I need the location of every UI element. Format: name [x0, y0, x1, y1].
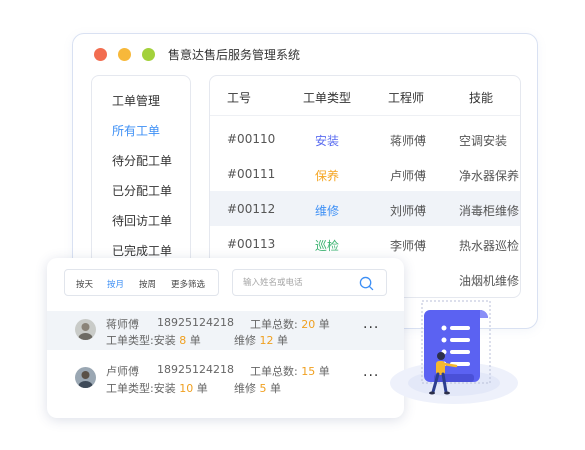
sidebar-item-pending-revisit[interactable]: 待回访工单 [112, 212, 172, 229]
order-type-summary: 工单类型:安装 10 单 [106, 382, 208, 395]
engineer-name: 蒋师傅 [106, 318, 139, 331]
cell-skill: 空调安装 [459, 134, 508, 148]
cell-skill: 消毒柜维修 [459, 204, 520, 218]
search-icon[interactable] [359, 276, 374, 291]
cell-id: #00111 [227, 167, 276, 181]
order-type-summary: 工单类型:安装 8 单 [106, 334, 201, 347]
cell-engineer: 刘师傅 [390, 204, 427, 218]
cell-type: 维修 [315, 204, 340, 218]
order-total: 20 [301, 318, 316, 331]
cell-engineer: 李师傅 [390, 239, 427, 253]
more-options-icon[interactable]: ··· [363, 320, 379, 336]
sidebar-item-workorder-management[interactable]: 工单管理 [112, 92, 160, 109]
cell-engineer: 蒋师傅 [390, 134, 427, 148]
avatar [75, 319, 96, 340]
sidebar-item-pending-assign[interactable]: 待分配工单 [112, 152, 172, 169]
repair-count: 5 [259, 382, 267, 395]
filter-by-month-button[interactable]: 按月 [107, 278, 124, 290]
cell-skill: 净水器保养 [459, 169, 520, 183]
cell-id: #00113 [227, 237, 276, 251]
sidebar-item-all-orders[interactable]: 所有工单 [112, 122, 160, 139]
more-options-icon[interactable]: ··· [363, 368, 379, 384]
avatar [75, 367, 96, 388]
filter-bar: 按天 按月 按周 更多筛选 [64, 269, 219, 296]
search-input[interactable] [243, 276, 353, 290]
cell-type: 保养 [315, 169, 340, 183]
table-row[interactable]: #00110 安装 蒋师傅 空调安装 [210, 121, 520, 156]
order-total-label: 工单总数: 15 单 [250, 365, 330, 378]
filter-by-day-button[interactable]: 按天 [76, 278, 93, 290]
col-header-skill: 技能 [469, 91, 494, 105]
list-item[interactable]: 蒋师傅 18925124218 工单总数: 20 单 工单类型:安装 8 单 维… [47, 311, 404, 350]
order-total: 15 [301, 365, 316, 378]
engineer-phone: 18925124218 [157, 363, 234, 376]
filter-by-week-button[interactable]: 按周 [139, 278, 156, 290]
cell-id: #00112 [227, 202, 276, 216]
document-person-illustration [390, 300, 518, 404]
cell-type: 安装 [315, 134, 340, 148]
install-count: 8 [179, 334, 187, 347]
cell-skill: 热水器巡检 [459, 239, 520, 253]
minimize-dot[interactable] [118, 48, 131, 61]
cell-skill: 油烟机维修 [459, 274, 520, 288]
repair-count: 12 [259, 334, 274, 347]
window-controls [94, 48, 155, 61]
install-count: 10 [179, 382, 194, 395]
cell-engineer: 卢师傅 [390, 169, 427, 183]
sidebar-item-assigned[interactable]: 已分配工单 [112, 182, 172, 199]
col-header-type: 工单类型 [303, 91, 352, 105]
col-header-id: 工号 [227, 91, 252, 105]
more-filters-button[interactable]: 更多筛选 [171, 278, 205, 290]
table-row[interactable]: #00112 维修 刘师傅 消毒柜维修 [210, 191, 520, 226]
col-header-engineer: 工程师 [388, 91, 425, 105]
list-item[interactable]: 卢师傅 18925124218 工单总数: 15 单 工单类型:安装 10 单 … [47, 359, 404, 398]
engineer-phone: 18925124218 [157, 316, 234, 329]
engineer-card: 按天 按月 按周 更多筛选 蒋师傅 18925124218 工单总数: 20 单… [47, 258, 404, 418]
cell-type: 巡检 [315, 239, 340, 253]
sidebar-item-completed[interactable]: 已完成工单 [112, 242, 172, 259]
sidebar: 工单管理 所有工单 待分配工单 已分配工单 待回访工单 已完成工单 [91, 75, 191, 265]
repair-summary: 维修 5 单 [234, 382, 281, 395]
close-dot[interactable] [94, 48, 107, 61]
repair-summary: 维修 12 单 [234, 334, 288, 347]
table-row[interactable]: #00111 保养 卢师傅 净水器保养 [210, 156, 520, 191]
table-header: 工号 工单类型 工程师 技能 [210, 76, 520, 116]
maximize-dot[interactable] [142, 48, 155, 61]
window-title: 售意达售后服务管理系统 [168, 48, 301, 62]
engineer-name: 卢师傅 [106, 365, 139, 378]
order-total-label: 工单总数: 20 单 [250, 318, 330, 331]
search-box[interactable] [232, 269, 387, 296]
table-row[interactable]: #00113 巡检 李师傅 热水器巡检 [210, 226, 520, 261]
cell-id: #00110 [227, 132, 276, 146]
